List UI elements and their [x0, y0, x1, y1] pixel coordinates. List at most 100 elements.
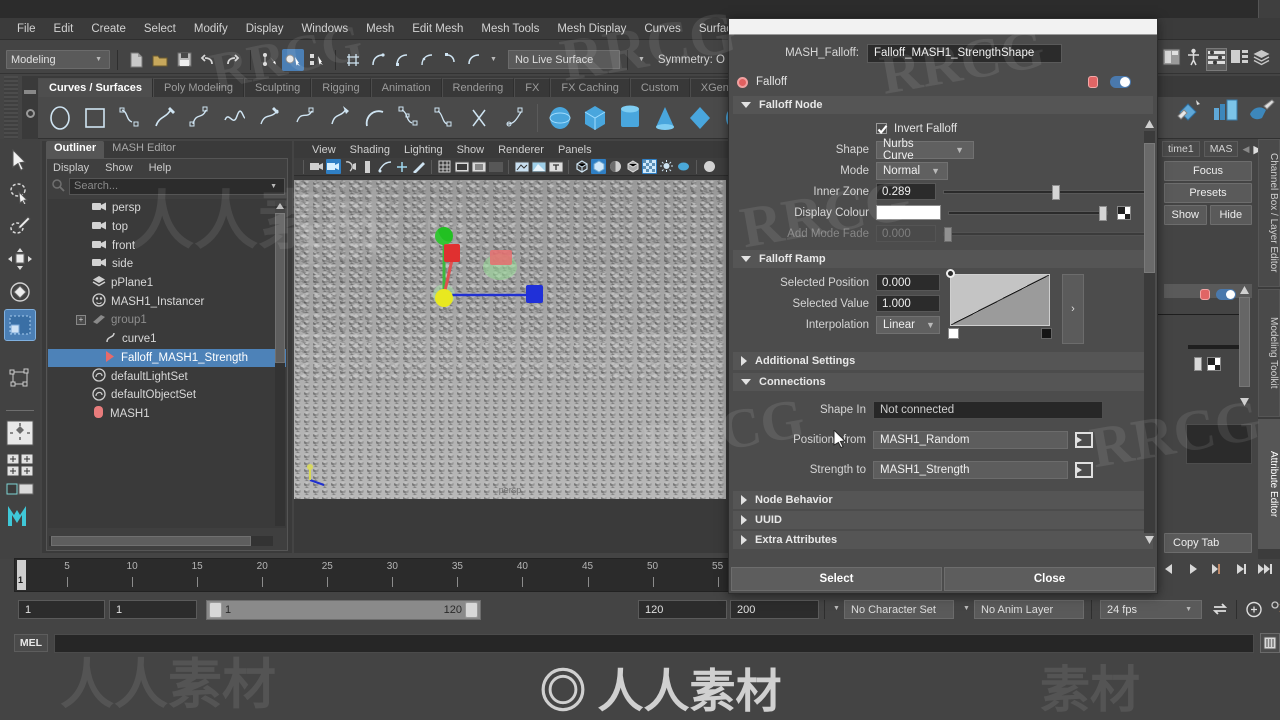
- select-by-object-icon[interactable]: [282, 48, 304, 71]
- scale-tool[interactable]: [4, 309, 36, 341]
- screen-space-ao-icon[interactable]: [702, 159, 717, 174]
- display-colour-slider[interactable]: [948, 205, 1108, 221]
- exposure-icon[interactable]: [514, 159, 529, 174]
- grease-pencil-tool-icon[interactable]: [411, 159, 426, 174]
- image-plane-icon[interactable]: [360, 159, 375, 174]
- viewport-canvas[interactable]: persp: [294, 180, 726, 499]
- ramp-marker-selected[interactable]: [946, 269, 955, 278]
- ae-scroll-down-icon[interactable]: [1239, 397, 1250, 407]
- node-name-field[interactable]: Falloff_MASH1_StrengthShape: [867, 43, 1062, 63]
- quick-layout-persp-outliner-icon[interactable]: [4, 482, 36, 496]
- strength-to-field[interactable]: MASH1_Strength: [873, 461, 1068, 479]
- range-start-field[interactable]: 1: [18, 600, 105, 619]
- smooth-shade-icon[interactable]: [591, 159, 606, 174]
- rigging-toolkit-icon[interactable]: [1184, 48, 1203, 71]
- falloff-ramp-widget[interactable]: [950, 274, 1050, 326]
- resolution-gate-icon[interactable]: [471, 159, 486, 174]
- positions-from-goto-button[interactable]: [1075, 432, 1093, 448]
- chevron-left-icon[interactable]: ◀: [1242, 144, 1249, 155]
- display-colour-slider-handle[interactable]: [1099, 205, 1107, 221]
- vtab-modeling-toolkit[interactable]: Modeling Toolkit: [1258, 289, 1280, 417]
- step-forward-icon[interactable]: [1208, 560, 1226, 578]
- ep-curve-icon[interactable]: [114, 102, 146, 134]
- shelf-tab-rendering[interactable]: Rendering: [441, 78, 515, 97]
- snap-to-curve-icon[interactable]: [367, 49, 389, 71]
- chevron-down-icon[interactable]: ▼: [960, 605, 973, 612]
- paint-select-tool[interactable]: [5, 211, 35, 241]
- gamma-icon[interactable]: [531, 159, 546, 174]
- copy-tab-button[interactable]: Copy Tab: [1164, 533, 1252, 553]
- wireframe-icon[interactable]: [574, 159, 589, 174]
- positions-from-field[interactable]: MASH1_Random: [873, 431, 1068, 449]
- shelf-tab-fx-caching[interactable]: FX Caching: [550, 78, 630, 97]
- outliner-item[interactable]: side: [48, 255, 286, 274]
- node-tab-mash[interactable]: MAS: [1203, 141, 1239, 157]
- outliner-item[interactable]: persp: [48, 199, 286, 218]
- channel-box-icon[interactable]: [1162, 48, 1181, 71]
- focus-button[interactable]: Focus: [1164, 161, 1252, 181]
- scroll-down-arrow-icon[interactable]: [1144, 535, 1155, 545]
- outliner-item[interactable]: + group1: [48, 311, 286, 330]
- arc-curve-icon[interactable]: [359, 102, 391, 134]
- expand-toggle-icon[interactable]: +: [76, 315, 86, 326]
- shape-in-field[interactable]: Not connected: [873, 401, 1103, 419]
- modeling-toolkit-icon[interactable]: [1230, 48, 1249, 71]
- outliner-menu-help[interactable]: Help: [149, 162, 172, 174]
- gate-mask-icon[interactable]: [488, 159, 503, 174]
- section-falloff-ramp[interactable]: Falloff Ramp: [733, 250, 1153, 268]
- select-by-hierarchy-icon[interactable]: [258, 49, 280, 71]
- cut-curve-icon[interactable]: [464, 102, 496, 134]
- menu-item-create[interactable]: Create: [82, 21, 135, 37]
- nurbs-circle-icon[interactable]: [44, 102, 76, 134]
- nurbs-square-icon[interactable]: [79, 102, 111, 134]
- shadows-icon[interactable]: [676, 159, 691, 174]
- bezier-curve-icon[interactable]: [219, 102, 251, 134]
- play-forwards-icon[interactable]: [1184, 560, 1202, 578]
- offset-curve-icon[interactable]: [394, 102, 426, 134]
- loop-icon[interactable]: [1211, 601, 1229, 620]
- playback-end-field[interactable]: 120: [638, 600, 727, 619]
- range-end-handle[interactable]: [465, 602, 478, 618]
- menu-item-edit[interactable]: Edit: [45, 21, 83, 37]
- outliner-tab-mash-editor[interactable]: MASH Editor: [104, 141, 184, 158]
- vtab-attribute-editor[interactable]: Attribute Editor: [1258, 419, 1280, 549]
- interpolation-dropdown[interactable]: Linear ▼: [876, 315, 940, 334]
- render-setup-icon[interactable]: [1212, 98, 1240, 125]
- viewport-menu-show[interactable]: Show: [457, 144, 485, 156]
- select-button[interactable]: Select: [731, 567, 942, 591]
- mel-input[interactable]: [54, 633, 1254, 653]
- range-start-handle[interactable]: [209, 602, 222, 618]
- detach-curve-icon[interactable]: [324, 102, 356, 134]
- open-scene-icon[interactable]: [149, 49, 171, 71]
- outliner-tab-outliner[interactable]: Outliner: [46, 141, 105, 158]
- shape-dropdown[interactable]: Nurbs Curve ▼: [876, 138, 974, 162]
- shelf-grip[interactable]: [4, 76, 18, 139]
- live-surface-field[interactable]: No Live Surface: [507, 50, 620, 69]
- auto-key-icon[interactable]: [1245, 601, 1263, 621]
- pencil-curve-icon[interactable]: [149, 102, 181, 134]
- menu-item-display[interactable]: Display: [237, 21, 293, 37]
- viewport-menu-shading[interactable]: Shading: [350, 144, 390, 156]
- select-tool[interactable]: [5, 145, 35, 175]
- outliner-item[interactable]: top: [48, 218, 286, 237]
- snap-to-point-icon[interactable]: [391, 49, 413, 71]
- inner-zone-slider[interactable]: [943, 184, 1149, 200]
- show-button[interactable]: Show: [1164, 205, 1207, 225]
- nurbs-sphere-icon[interactable]: [544, 102, 576, 134]
- outliner-menu-display[interactable]: Display: [53, 162, 89, 174]
- menu-item-edit-mesh[interactable]: Edit Mesh: [403, 21, 472, 37]
- grease-pencil-icon[interactable]: [394, 159, 409, 174]
- inner-zone-slider-handle[interactable]: [1052, 184, 1061, 200]
- next-key-icon[interactable]: [1256, 560, 1274, 578]
- menu-item-select[interactable]: Select: [135, 21, 185, 37]
- scroll-up-arrow-icon[interactable]: [275, 201, 285, 211]
- ae-slider-handle[interactable]: [1194, 357, 1202, 371]
- chevron-down-icon[interactable]: ▼: [830, 605, 843, 612]
- fillet-curve-icon[interactable]: [499, 102, 531, 134]
- snap-to-projected-center-icon[interactable]: [415, 49, 437, 71]
- shelf-tab-rigging[interactable]: Rigging: [311, 78, 371, 97]
- vtab-channel-box[interactable]: Channel Box / Layer Editor: [1258, 139, 1280, 287]
- lasso-select-tool[interactable]: [5, 178, 35, 208]
- anim-end-field[interactable]: 200: [730, 600, 819, 619]
- step-back-icon[interactable]: [1160, 560, 1178, 578]
